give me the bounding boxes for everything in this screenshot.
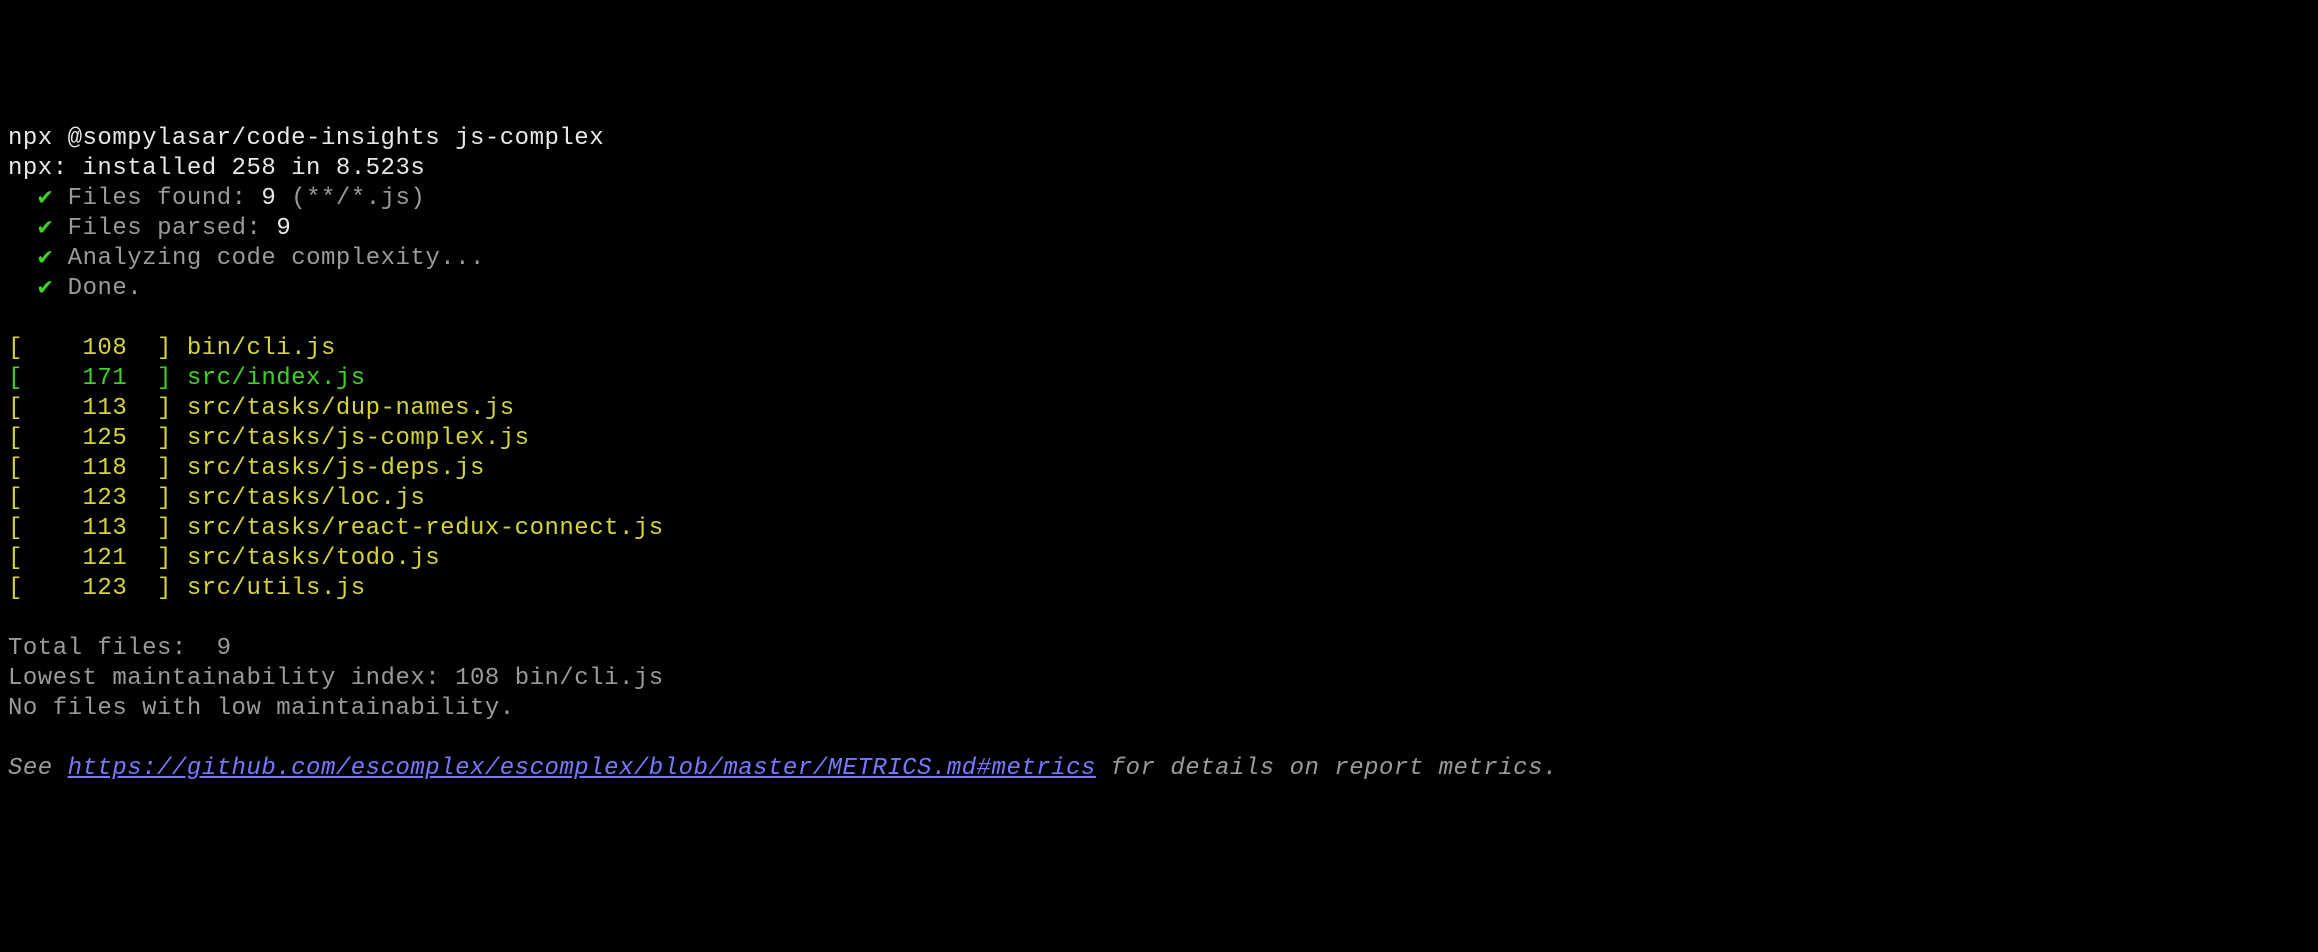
complexity-row: [ 113 ] src/tasks/dup-names.js (8, 395, 515, 422)
complexity-row: [ 113 ] src/tasks/react-redux-connect.js (8, 515, 664, 542)
complexity-row: [ 171 ] src/index.js (8, 365, 366, 392)
analyzing-line: Analyzing code complexity... (68, 245, 485, 272)
complexity-row: [ 108 ] bin/cli.js (8, 335, 336, 362)
files-found-count: 9 (261, 185, 276, 212)
total-files-label: Total files: (8, 635, 217, 662)
check-icon: ✔ (38, 215, 53, 242)
no-low-line: No files with low maintainability. (8, 695, 515, 722)
complexity-row: [ 125 ] src/tasks/js-complex.js (8, 425, 530, 452)
complexity-row: [ 118 ] src/tasks/js-deps.js (8, 455, 485, 482)
see-label: See (8, 755, 68, 782)
total-files-value: 9 (217, 635, 232, 662)
files-parsed-count: 9 (276, 215, 291, 242)
command-line: npx @sompylasar/code-insights js-complex (8, 125, 604, 152)
check-icon: ✔ (38, 185, 53, 212)
lowest-value: 108 bin/cli.js (455, 665, 664, 692)
terminal-output: npx @sompylasar/code-insights js-complex… (8, 124, 2310, 784)
done-line: Done. (68, 275, 143, 302)
complexity-row: [ 123 ] src/utils.js (8, 575, 366, 602)
metrics-link[interactable]: https://github.com/escomplex/escomplex/b… (68, 755, 1096, 782)
complexity-rows: [ 108 ] bin/cli.js [ 171 ] src/index.js … (8, 335, 664, 602)
check-icon: ✔ (38, 245, 53, 272)
lowest-label: Lowest maintainability index: (8, 665, 455, 692)
complexity-row: [ 123 ] src/tasks/loc.js (8, 485, 425, 512)
files-found-pattern: (**/*.js) (276, 185, 425, 212)
check-icon: ✔ (38, 275, 53, 302)
files-parsed-label: Files parsed: (68, 215, 277, 242)
complexity-row: [ 121 ] src/tasks/todo.js (8, 545, 440, 572)
footer-tail: for details on report metrics. (1096, 755, 1558, 782)
files-found-label: Files found: (68, 185, 262, 212)
npx-install-line: npx: installed 258 in 8.523s (8, 155, 425, 182)
